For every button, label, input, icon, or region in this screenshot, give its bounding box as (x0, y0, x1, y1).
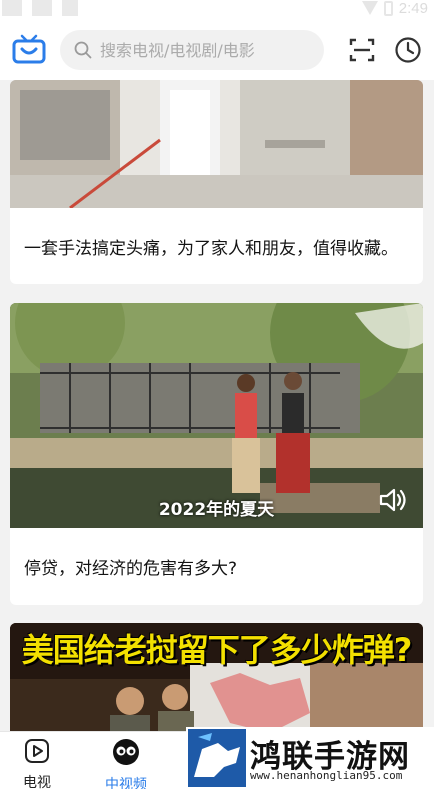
video-card[interactable]: 美国给老挝留下了多少炸弹? (10, 623, 423, 731)
video-thumbnail[interactable]: 2022年的夏天 (10, 303, 423, 528)
watermark-url: www.henanhonglian95.com (250, 769, 403, 782)
nav-tv-label: 电视 (23, 775, 51, 789)
notification-icon (62, 0, 78, 16)
clock-icon[interactable] (394, 36, 422, 64)
volume-icon[interactable] (378, 487, 408, 513)
video-card[interactable]: 2022年的夏天 停贷，对经济的危害有多大? (10, 303, 423, 605)
notification-icon (32, 0, 52, 16)
wifi-icon (361, 1, 378, 15)
watermark: 鸿联手游网 www.henanhonglian95.com (186, 727, 434, 789)
app-header (0, 18, 434, 80)
nav-mid-video[interactable]: 中视频 (91, 738, 161, 789)
card-title[interactable]: 停贷，对经济的危害有多大? (10, 528, 423, 605)
video-card[interactable]: 一套手法搞定头痛，为了家人和朋友，值得收藏。 (10, 80, 423, 284)
tv-logo-icon[interactable] (12, 34, 46, 64)
status-time: 2:49 (398, 0, 428, 17)
play-icon (25, 739, 49, 763)
scan-icon[interactable] (348, 36, 376, 64)
notification-icon (2, 0, 22, 16)
mid-video-icon (113, 739, 139, 765)
clinic-scene-image (10, 80, 423, 208)
card-title[interactable]: 一套手法搞定头痛，为了家人和朋友，值得收藏。 (10, 208, 423, 284)
status-bar: 2:49 (0, 0, 434, 18)
search-icon (74, 41, 92, 59)
video-thumbnail[interactable]: 美国给老挝留下了多少炸弹? (10, 623, 423, 731)
search-bar[interactable] (60, 30, 324, 70)
watermark-logo-icon (188, 729, 246, 787)
battery-icon (383, 0, 393, 16)
banner-text: 美国给老挝留下了多少炸弹? (21, 631, 413, 669)
video-thumbnail[interactable] (10, 80, 423, 208)
video-feed[interactable]: 一套手法搞定头痛，为了家人和朋友，值得收藏。 2022年的夏天 停贷，对经济的危… (0, 80, 434, 731)
video-caption: 2022年的夏天 (158, 500, 275, 520)
nav-tv[interactable]: 电视 (2, 738, 72, 789)
nav-mid-video-label: 中视频 (105, 777, 147, 789)
search-input[interactable] (100, 40, 300, 60)
